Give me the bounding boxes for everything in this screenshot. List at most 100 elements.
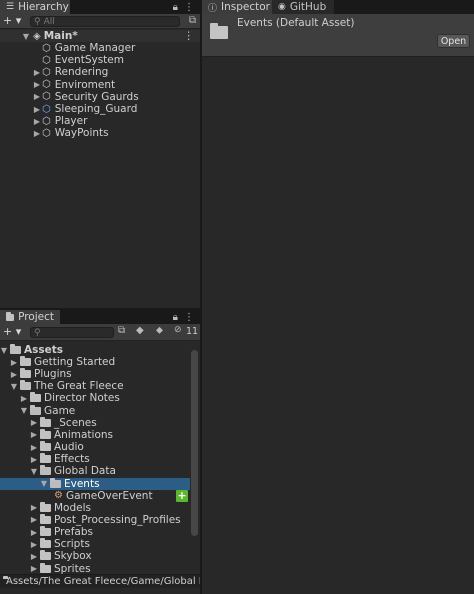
expand-arrow-icon[interactable]: ▶ [30,430,38,439]
project-tree-label: _Scenes [54,416,97,429]
folder-open-icon [50,477,61,488]
project-tree-item[interactable]: ▼ Events [0,477,190,490]
search-by-label-icon[interactable]: ◆ [136,325,144,336]
expand-arrow-icon[interactable]: ▶ [33,68,41,77]
kebab-menu-icon[interactable]: ⋮ [184,312,194,323]
project-tree-item[interactable]: ▼ Game [0,404,200,417]
expand-arrow-icon[interactable]: ▶ [30,564,38,573]
expand-arrow-icon[interactable]: ▶ [33,80,41,89]
project-scrollbar[interactable] [191,350,198,536]
add-dropdown-button[interactable]: + ▾ [3,14,21,27]
project-tree-label: Events [64,477,100,490]
expand-arrow-icon[interactable]: ▶ [30,418,38,427]
hierarchy-panel: ☰ Hierarchy 🔒︎ ⋮ + ▾ ⚲ All ⧉ ▼ ◈ Main* ⋮… [0,0,200,308]
hierarchy-search-input[interactable]: ⚲ All [30,16,180,27]
project-tree-item[interactable]: ▶ Models [0,501,200,514]
open-button[interactable]: Open [437,34,470,48]
expand-arrow-icon[interactable]: ▶ [33,105,41,114]
add-plus-icon[interactable]: + [176,489,188,502]
expand-arrow-icon[interactable]: ▼ [20,406,28,415]
project-tree-label: Models [54,501,91,514]
project-search-input[interactable]: ⚲ [30,327,114,338]
folder-icon [6,311,15,321]
project-tree-item[interactable]: ▶ Prefabs [0,526,200,538]
expand-arrow-icon[interactable]: ▶ [30,443,38,452]
search-icon: ⚲ [34,327,41,338]
expand-arrow-icon[interactable]: ▶ [30,455,38,464]
folder-large-icon [210,23,228,39]
project-toolbar: + ▾ ⚲ ⧉ ◆ ⬥ ⊘ 11 [0,324,200,341]
expand-arrow-icon[interactable]: ▶ [30,540,38,549]
scene-filter-icon[interactable]: ⧉ [189,15,196,26]
inspector-panel: ⓘ Inspector ◉ GitHub Events (Default Ass… [202,0,474,594]
expand-arrow-icon[interactable]: ▶ [33,117,41,126]
kebab-menu-icon[interactable]: ⋮ [184,2,194,13]
expand-arrow-icon[interactable]: ▼ [22,32,30,41]
cube-icon: ⬡ [42,42,51,54]
expand-arrow-icon[interactable]: ▶ [30,552,38,561]
tab-project-label: Project [18,311,54,323]
project-tree-item[interactable]: ▶ Animations [0,428,200,441]
expand-arrow-icon[interactable]: ▶ [10,370,18,379]
project-tree-item[interactable]: ▶ Scripts [0,538,200,550]
unity-scene-icon: ◈ [33,30,41,42]
scene-menu-icon[interactable]: ⋮ [184,30,195,42]
expand-arrow-icon[interactable]: ▶ [30,503,38,512]
expand-arrow-icon[interactable]: ▶ [33,129,41,138]
hierarchy-item[interactable]: ▶ ⬡ Sleeping_Guard [0,103,200,115]
project-tree-item[interactable]: ▶ Audio [0,441,200,453]
hierarchy-tab-icons: 🔒︎ ⋮ [173,0,194,14]
hierarchy-item[interactable]: ▶ ⬡ Security Gaurds [0,91,200,103]
hierarchy-item[interactable]: ▶ ⬡ Rendering [0,66,200,78]
lock-icon[interactable]: 🔒︎ [173,312,178,323]
expand-arrow-icon[interactable]: ▶ [30,528,38,537]
scene-row[interactable]: ▼ ◈ Main* ⋮ [0,30,200,42]
tag-icon[interactable]: ⬥ [156,325,163,336]
hierarchy-item[interactable]: ⬡ Game Manager [0,42,200,54]
hierarchy-item[interactable]: ▶ ⬡ Enviroment [0,79,200,91]
cube-icon: ⬡ [42,115,51,127]
hierarchy-search-placeholder: All [43,16,55,27]
project-tree-item[interactable]: ▶ Skybox [0,550,200,562]
project-tree-item[interactable]: ▶ Sprites [0,562,200,575]
expand-arrow-icon[interactable]: ▼ [0,346,8,355]
tab-inspector[interactable]: ⓘ Inspector [202,0,272,14]
tab-github[interactable]: ◉ GitHub [272,0,334,14]
hierarchy-item[interactable]: ⬡ EventSystem [0,54,200,66]
folder-icon [40,453,51,464]
project-tree-item[interactable]: ▼ The Great Fleece [0,380,200,392]
folder-icon [40,416,51,427]
project-tree-item[interactable]: ▼ Global Data [0,465,200,477]
tab-project[interactable]: Project [0,310,60,324]
expand-arrow-icon[interactable]: ▼ [40,479,48,488]
hidden-packages-icon[interactable]: ⊘ [174,325,182,335]
project-tree-item[interactable]: ▶ _Scenes [0,416,200,429]
lock-icon[interactable]: 🔒︎ [173,2,178,13]
tab-hierarchy[interactable]: ☰ Hierarchy [0,0,70,14]
project-tree-item[interactable]: ▶ Getting Started [0,356,200,368]
expand-arrow-icon[interactable]: ▶ [30,515,38,524]
hierarchy-item[interactable]: ▶ ⬡ WayPoints [0,127,200,139]
expand-arrow-icon[interactable]: ▶ [20,394,28,403]
project-tree-item[interactable]: ▶ Plugins [0,368,200,380]
expand-arrow-icon[interactable]: ▼ [10,382,18,391]
project-tree-label: Effects [54,453,90,466]
project-tree-item[interactable]: ▶ Post_Processing_Profiles [0,513,200,526]
project-panel: Project 🔒︎ ⋮ + ▾ ⚲ ⧉ ◆ ⬥ ⊘ 11 ▼ Assets ▶… [0,310,200,594]
list-icon: ☰ [6,2,15,12]
folder-open-icon [30,404,41,415]
expand-arrow-icon[interactable]: ▼ [30,467,38,476]
add-dropdown-button[interactable]: + ▾ [3,325,21,338]
search-by-type-icon[interactable]: ⧉ [118,325,125,336]
hierarchy-item[interactable]: ▶ ⬡ Player [0,115,200,127]
project-root-row[interactable]: ▼ Assets [0,344,200,356]
cube-icon: ⬡ [42,91,51,103]
expand-arrow-icon[interactable]: ▶ [33,92,41,101]
project-tree-item[interactable]: ▶ Effects [0,453,200,465]
project-tree-label: Sprites [54,562,91,575]
project-tree-item[interactable]: ⚙ GameOverEvent + [0,489,200,502]
expand-arrow-icon[interactable]: ▶ [10,358,18,367]
project-tree-item[interactable]: ▶ Director Notes [0,392,200,404]
project-tree-label: Post_Processing_Profiles [54,513,181,526]
project-tree-label: The Great Fleece [34,380,124,393]
